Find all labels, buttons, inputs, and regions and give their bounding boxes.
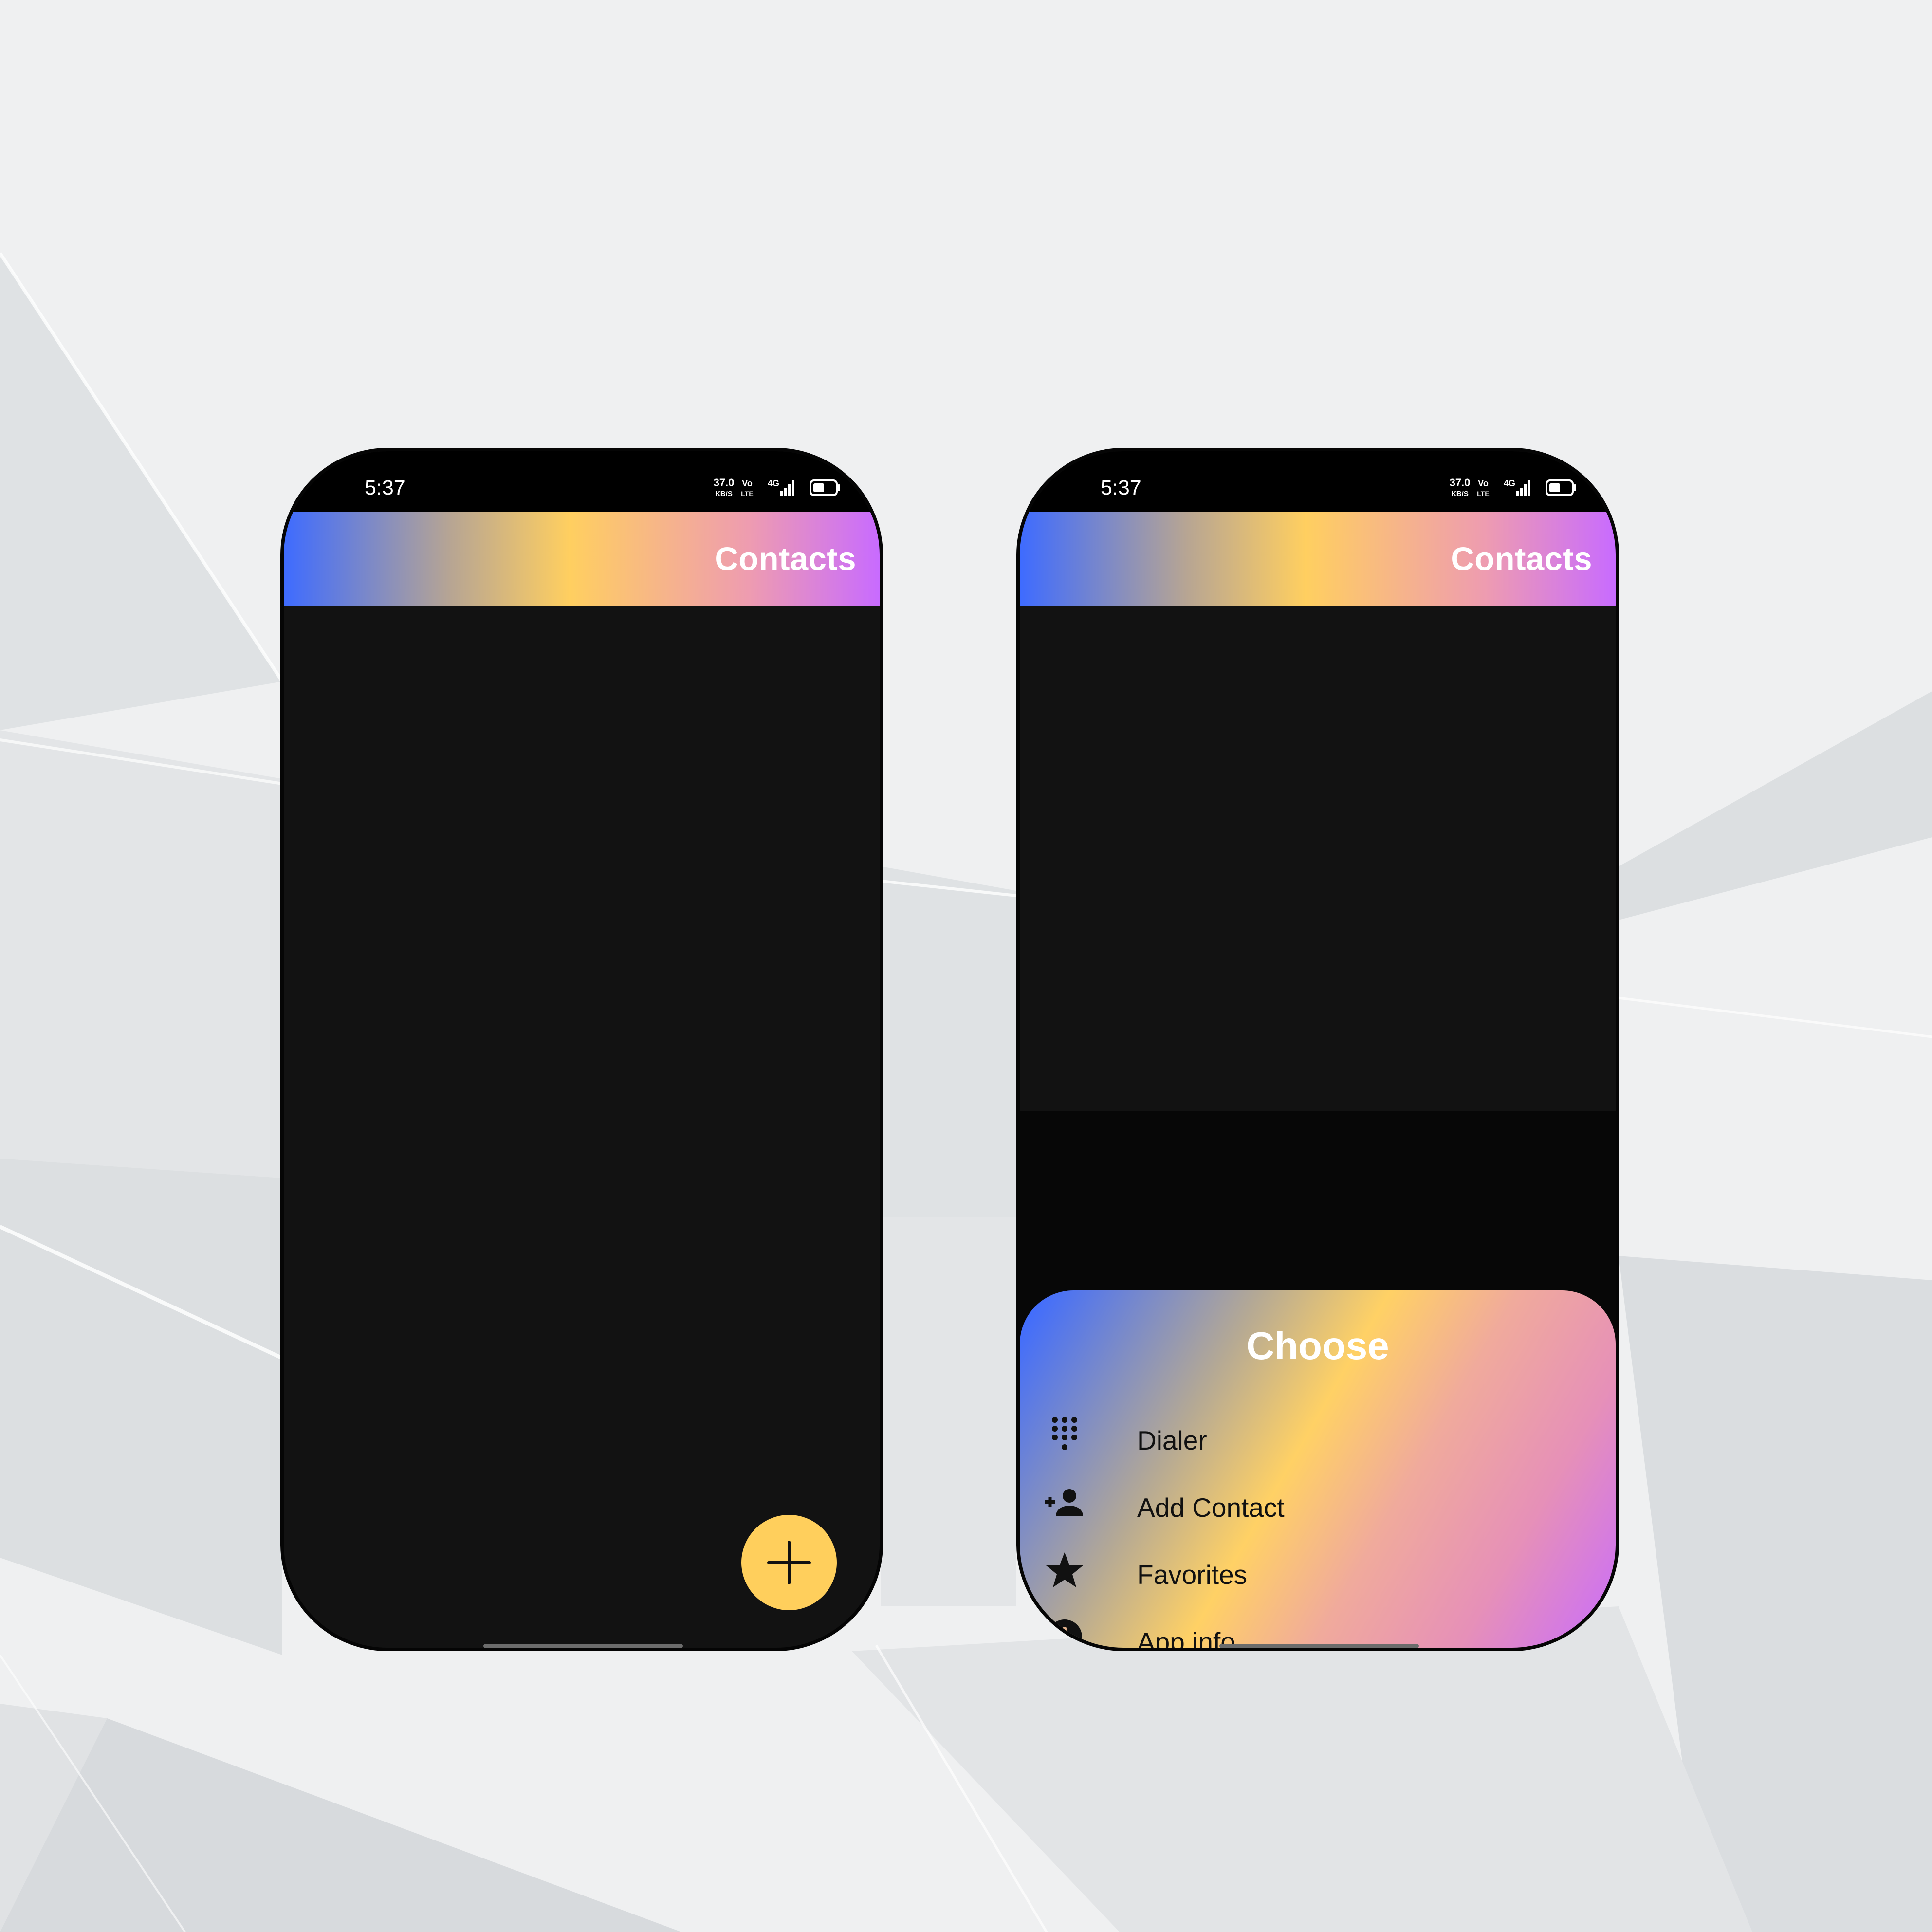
- add-fab-button[interactable]: [741, 1515, 837, 1610]
- star-icon: [1044, 1549, 1085, 1590]
- phone-screen-contacts-menu: 5:37 37.0 KB/S Vo LTE 4G Contacts Choose…: [1016, 448, 1619, 1651]
- gesture-nav-bar[interactable]: [1219, 1644, 1419, 1648]
- status-icons: 37.0 KB/S Vo LTE 4G: [713, 477, 845, 500]
- status-bar: 5:37 37.0 KB/S Vo LTE 4G: [284, 451, 880, 512]
- app-bar: Contacts: [284, 512, 880, 606]
- network-type: 4G: [768, 478, 779, 488]
- network-type: 4G: [1504, 478, 1515, 488]
- battery-icon: [1546, 479, 1576, 496]
- contacts-list-area[interactable]: [284, 606, 880, 1648]
- net-speed-value: 37.0: [714, 477, 735, 489]
- status-time: 5:37: [1101, 476, 1141, 499]
- menu-item-label: Add Contact: [1137, 1492, 1285, 1523]
- volte-top: Vo: [742, 478, 753, 488]
- sheet-title: Choose: [1246, 1324, 1389, 1367]
- battery-icon: [810, 479, 840, 496]
- volte-bottom: LTE: [741, 490, 753, 497]
- signal-icon: [1516, 480, 1530, 496]
- status-bar: 5:37 37.0 KB/S Vo LTE 4G: [1020, 451, 1616, 512]
- net-speed-unit: KB/S: [715, 490, 733, 498]
- app-bar: Contacts: [1020, 512, 1616, 606]
- dialpad-icon: [1044, 1415, 1085, 1456]
- menu-item-label: Favorites: [1137, 1560, 1248, 1590]
- status-time: 5:37: [365, 476, 405, 499]
- menu-item-add-contact[interactable]: Add Contact: [1020, 1473, 1616, 1532]
- info-icon: [1044, 1617, 1085, 1648]
- app-title: Contacts: [715, 541, 856, 577]
- plus-icon: [767, 1541, 811, 1584]
- gesture-nav-bar[interactable]: [483, 1644, 683, 1648]
- person-add-icon: [1044, 1482, 1085, 1523]
- phone-screen-contacts: 5:37 37.0 KB/S Vo LTE 4G Contacts: [280, 448, 883, 1651]
- menu-item-favorites[interactable]: Favorites: [1020, 1541, 1616, 1599]
- status-icons: 37.0 KB/S Vo LTE 4G: [1449, 477, 1581, 500]
- net-speed-unit: KB/S: [1451, 490, 1469, 498]
- net-speed-value: 37.0: [1450, 477, 1471, 489]
- volte-top: Vo: [1478, 478, 1489, 488]
- menu-item-label: Dialer: [1137, 1425, 1207, 1455]
- app-title: Contacts: [1451, 541, 1592, 577]
- signal-icon: [780, 480, 794, 496]
- menu-item-dialer[interactable]: Dialer: [1020, 1406, 1616, 1465]
- volte-bottom: LTE: [1477, 490, 1489, 497]
